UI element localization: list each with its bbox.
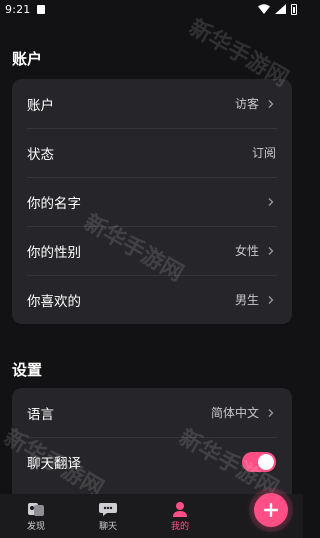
settings-section-title: 设置 (12, 361, 43, 379)
settings-card: 语言 简体中文 聊天翻译 (12, 388, 292, 508)
battery-icon (291, 3, 297, 15)
name-row[interactable]: 你的名字 (12, 177, 292, 226)
preference-label: 你喜欢的 (27, 293, 81, 310)
tab-chat[interactable]: 聊天 (72, 494, 144, 538)
gender-row[interactable]: 你的性别 女性 (12, 226, 292, 275)
status-row[interactable]: 状态 订阅 (12, 128, 292, 177)
chevron-right-icon (266, 408, 276, 418)
account-value: 访客 (234, 97, 259, 111)
account-card: 账户 访客 状态 订阅 你的名字 你的性别 女性 你喜欢的 男生 (12, 79, 292, 324)
language-row[interactable]: 语言 简体中文 (12, 388, 292, 437)
chat-icon (99, 502, 117, 516)
tab-discover[interactable]: 发现 (0, 494, 72, 538)
language-value: 简体中文 (210, 406, 259, 420)
preference-value: 男生 (234, 293, 259, 307)
tab-discover-label: 发现 (26, 521, 45, 532)
discover-icon (28, 502, 44, 516)
chevron-right-icon (266, 197, 276, 207)
preference-row[interactable]: 你喜欢的 男生 (12, 275, 292, 324)
account-label: 账户 (27, 97, 54, 114)
cell-signal-icon (275, 4, 286, 14)
account-row[interactable]: 账户 访客 (12, 79, 292, 128)
status-label: 状态 (27, 146, 54, 163)
status-time: 9:21 (5, 2, 31, 16)
status-value: 订阅 (251, 146, 276, 160)
chevron-right-icon (266, 246, 276, 256)
name-label: 你的名字 (27, 195, 81, 212)
chevron-right-icon (266, 99, 276, 109)
tab-profile[interactable]: 我的 (144, 494, 216, 538)
add-button[interactable] (254, 493, 288, 527)
chat-translate-toggle[interactable] (242, 451, 276, 472)
language-label: 语言 (27, 406, 54, 423)
chevron-right-icon (266, 295, 276, 305)
profile-icon (173, 501, 187, 517)
tab-profile-label: 我的 (170, 521, 189, 532)
gender-label: 你的性别 (27, 244, 81, 261)
tab-chat-label: 聊天 (98, 521, 117, 532)
account-section-title: 账户 (12, 50, 43, 68)
a-notification-icon (36, 4, 45, 14)
gender-value: 女性 (234, 244, 259, 258)
toggle-knob (258, 453, 274, 470)
plus-icon (264, 503, 278, 517)
status-icons (258, 3, 297, 15)
wifi-icon (258, 4, 270, 14)
chat-translate-label: 聊天翻译 (27, 455, 81, 472)
chat-translate-row: 聊天翻译 (12, 437, 292, 486)
status-bar: 9:21 (0, 0, 303, 18)
